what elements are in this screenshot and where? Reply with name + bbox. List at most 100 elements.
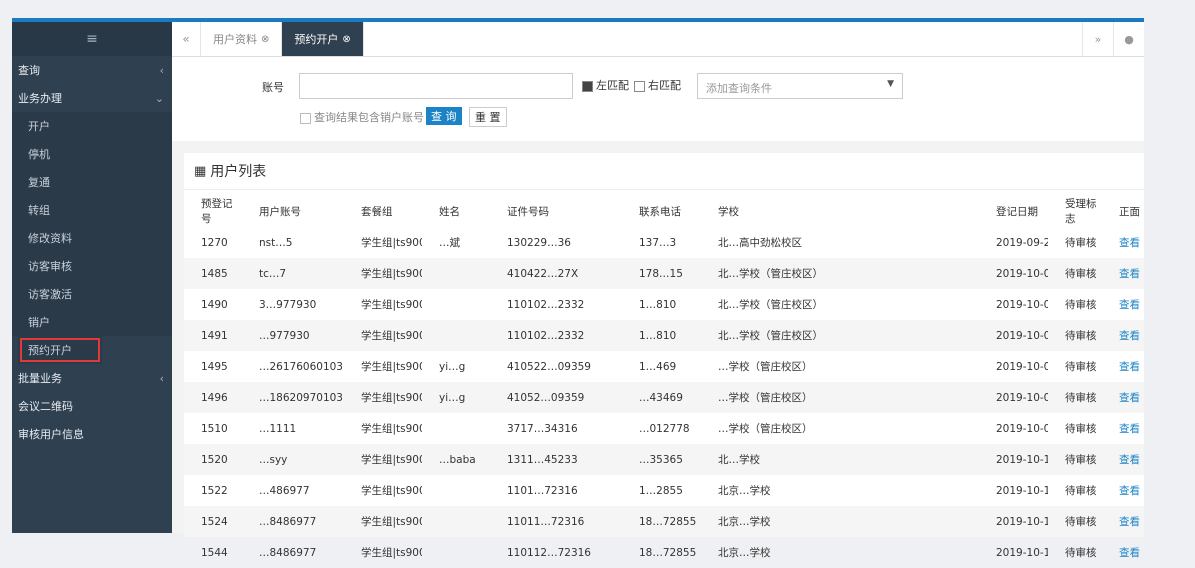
table-cell: …18620970103 [242,382,344,413]
sidebar-item[interactable]: 预约开户 [18,336,102,364]
table-cell: 北京…学校 [701,506,979,537]
tab-user-info[interactable]: 用户资料 ⊗ [201,22,283,56]
table-header: 预登记号 用户账号 套餐组 姓名 证件号码 联系电话 学校 登记日期 受理标志 正面 [184,195,1144,227]
table-row: 1522 …486977 学生组|ts900| 1101…72316 1…2855 北京…… [184,475,1144,506]
sidebar-item-label: 访客激活 [28,288,72,301]
condition-select[interactable]: 添加查询条件 ▼ [697,73,903,99]
close-icon[interactable]: ⊗ [342,34,350,45]
table-cell: …977930 [242,320,344,351]
sidebar-item[interactable]: 访客审核 [12,252,172,280]
table-cell: 2019-10-10 [979,444,1048,475]
table-cell: 学生组|ts900| [361,485,422,497]
tab-options-icon[interactable]: ● [1113,22,1144,56]
sidebar: ≡ 查询 ‹ 业务办理 ⌄ 开户停机复通 转组 修改资料访客审核访客激活销户预约开户批量业务… [12,22,172,533]
view-link[interactable]: 查看 [1102,537,1144,568]
view-link[interactable]: 查看 [1102,475,1144,506]
table-cell: 1522 [201,484,228,497]
table-cell: 2019-10-10 [996,484,1048,497]
sidebar-item[interactable]: 转组 [12,196,172,224]
sidebar-item[interactable]: 业务办理 ⌄ [12,84,172,112]
right-match-checkbox[interactable]: 右匹配 [634,77,681,93]
sidebar-item-label: 访客审核 [28,260,72,273]
column-header: 预登记号 [201,198,233,225]
table-cell: 待审核 [1065,299,1097,311]
view-link[interactable]: 查看 [1102,413,1144,444]
table-row: 1491…977930学生组|ts900| 110102…23321…810北…学… [184,320,1144,351]
sidebar-item[interactable]: 查询 ‹ [12,56,172,84]
table-row: 1524…8486977学生组|ts900| 11011…7231618…7285… [184,506,1144,537]
table-cell: …斌 [439,237,460,249]
tab-bar: « 用户资料 ⊗ 预约开户 ⊗ » ● [172,22,1144,57]
table-cell: 待审核 [1065,485,1097,497]
table-cell: 1270 [201,236,228,249]
table-cell: 学生组|ts900| [361,547,422,559]
sidebar-item[interactable]: 复通 [12,168,172,196]
sidebar-item[interactable]: 销户 [12,308,172,336]
table-cell [422,413,490,444]
view-link[interactable]: 查看 [1102,506,1144,537]
tab-back-icon[interactable]: « [172,22,201,56]
view-link[interactable]: 查看 [1102,351,1144,382]
table-row: 1270 nst…5 学生组|ts900| …斌 130229…36 137…3 北…高中劲… [184,227,1144,258]
table-cell: 1495 [201,360,228,373]
table-cell: 学生组|ts900| [344,382,422,413]
table-cell: …baba [422,444,490,475]
sidebar-item[interactable]: 修改资料 [12,224,172,252]
sidebar-item-label: 查询 [18,64,40,77]
column-header: 联系电话 [639,205,681,218]
chevron-icon: ‹ [159,63,164,77]
table-cell: 1491 [184,320,242,351]
left-match-checkbox[interactable]: 左匹配 [582,77,629,93]
account-input[interactable] [299,73,573,99]
table-cell: 学生组|ts900| [344,506,422,537]
sidebar-item[interactable]: 停机 [12,140,172,168]
table-cell: 待审核 [1048,444,1102,475]
close-icon[interactable]: ⊗ [261,34,269,45]
view-link[interactable]: 查看 [1102,382,1144,413]
sidebar-item-label: 停机 [28,148,50,161]
table-cell: 北京…学校 [718,485,771,497]
table-cell: 北…学校（管庄校区） [701,258,979,289]
sidebar-item[interactable]: 审核用户信息 [12,420,172,448]
column-header: 用户账号 [259,205,301,218]
table-cell: tc…7 [242,258,344,289]
table-cell: 2019-10-09 [996,360,1048,373]
sidebar-item[interactable]: 会议二维码 [12,392,172,420]
sidebar-item[interactable]: 批量业务 ‹ [12,364,172,392]
table-cell: …012778 [639,422,690,435]
table-cell: 2019-10-09 [996,422,1048,435]
app-window: ≡ 查询 ‹ 业务办理 ⌄ 开户停机复通 转组 修改资料访客审核访客激活销户预约开户批量业务… [12,22,1144,559]
view-link[interactable]: 查看 [1102,320,1144,351]
table-cell: 3…977930 [259,298,317,311]
view-link[interactable]: 查看 [1102,289,1144,320]
table-cell: 1544 [201,546,228,559]
table-cell: 18…72855 [639,546,697,559]
table-cell: 41052…09359 [490,382,622,413]
tab-forward-icon[interactable]: » [1082,22,1113,56]
reset-button[interactable]: 重 置 [469,107,507,127]
main-area: « 用户资料 ⊗ 预约开户 ⊗ » ● 账号 左匹配 右匹配 添加查询条件 ▼ [172,22,1144,559]
query-button[interactable]: 查 询 [426,107,462,125]
view-link[interactable]: 查看 [1102,258,1144,289]
table-cell: 待审核 [1065,361,1097,373]
table-cell [422,258,490,289]
table-cell: 2019-10-09 [996,298,1048,311]
table-cell: 北…高中劲松校区 [718,237,802,249]
view-link[interactable]: 查看 [1102,227,1144,258]
tab-reservation[interactable]: 预约开户 ⊗ [282,22,364,56]
menu-toggle-icon[interactable]: ≡ [12,22,172,56]
table-row: 1510 …1111 学生组|ts900| 3717…34316 …012778 …学校（… [184,413,1144,444]
sidebar-item-label: 预约开户 [28,344,72,357]
search-panel: 账号 左匹配 右匹配 添加查询条件 ▼ 查询结果包含销户账号 查 询 重 置 [172,57,1144,141]
table-cell: 1…810 [622,320,701,351]
table-cell [422,320,490,351]
view-link[interactable]: 查看 [1102,444,1144,475]
sidebar-item[interactable]: 访客激活 [12,280,172,308]
sidebar-item[interactable]: 开户 [12,112,172,140]
column-header: 套餐组 [361,205,393,218]
include-closed-checkbox[interactable]: 查询结果包含销户账号 [300,109,424,125]
grid-icon: ▦ [194,163,207,179]
table-row: 1485tc…7学生组|ts900| 410422…27X178…15北…学校（管… [184,258,1144,289]
table-cell: 2019-10-10 [979,506,1048,537]
column-header: 正面 [1119,205,1140,218]
